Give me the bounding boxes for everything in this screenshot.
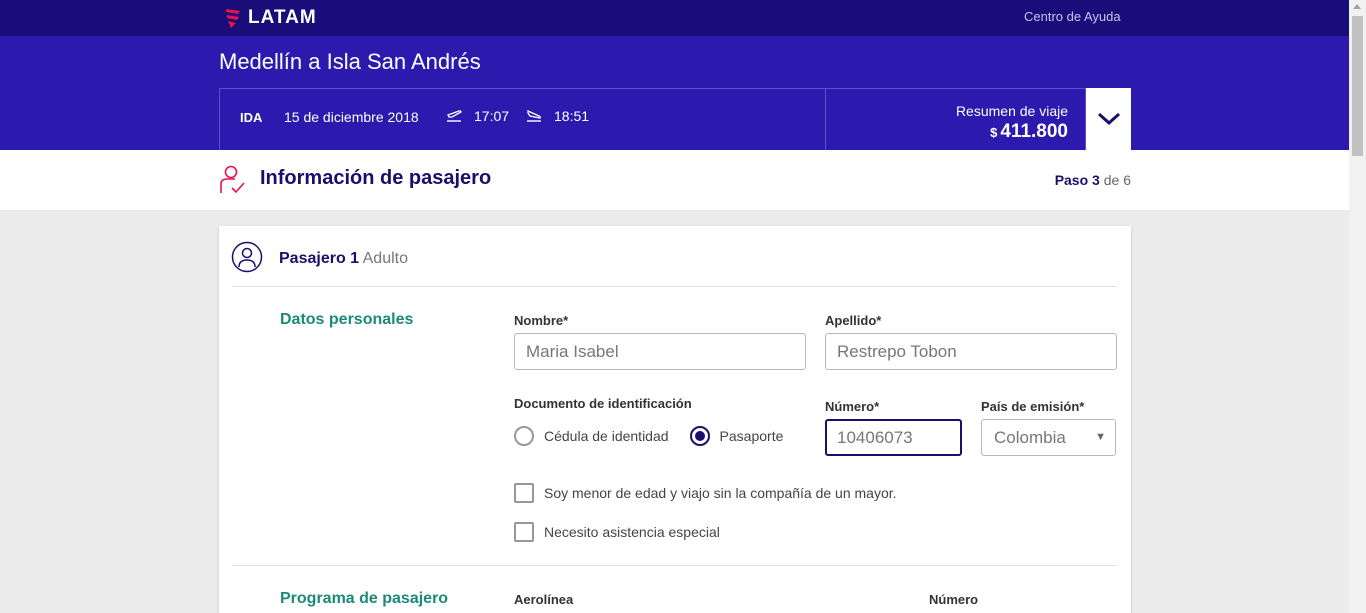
documento-label: Documento de identificación (514, 396, 692, 411)
numero-label: Número* (825, 399, 880, 414)
passenger-type: Adulto (362, 250, 408, 267)
cedula-radio[interactable] (514, 426, 534, 446)
step-paso-label: Paso (1054, 172, 1089, 188)
divider (232, 286, 1117, 287)
assistance-checkbox-label[interactable]: Necesito asistencia especial (544, 524, 720, 540)
scroll-up-icon[interactable] (1353, 4, 1361, 9)
flight-summary: IDA 15 de diciembre 2018 17:07 18:51 (219, 88, 826, 150)
pasaporte-radio-label[interactable]: Pasaporte (720, 428, 784, 444)
personal-data-heading: Datos personales (280, 311, 414, 328)
divider (232, 565, 1117, 566)
step-current: 3 (1092, 172, 1100, 188)
logo-text: LATAM (248, 7, 317, 28)
takeoff-icon (447, 110, 462, 122)
trip-summary[interactable]: Resumen de viaje $ 411.800 (825, 88, 1086, 150)
assistance-checkbox[interactable] (514, 522, 534, 542)
minor-checkbox-label[interactable]: Soy menor de edad y viajo sin la compañí… (544, 485, 897, 501)
chevron-down-icon (1097, 112, 1120, 126)
document-type-radios: Cédula de identidad Pasaporte (514, 426, 804, 446)
route-title: Medellín a Isla San Andrés (219, 49, 481, 74)
nombre-input[interactable]: Maria Isabel (514, 333, 806, 370)
flight-date: 15 de diciembre 2018 (284, 109, 419, 125)
country-select-value: Colombia (994, 428, 1066, 447)
step-total: 6 (1123, 172, 1131, 188)
departure-time: 17:07 (474, 108, 510, 124)
nombre-label: Nombre* (514, 313, 569, 328)
apellido-input[interactable]: Restrepo Tobon (825, 333, 1117, 370)
currency-symbol: $ (990, 125, 998, 140)
document-number-input[interactable]: 10406073 (825, 419, 962, 456)
arrival-time: 18:51 (554, 108, 590, 124)
caret-down-icon: ▼ (1095, 431, 1106, 443)
page-scrollbar[interactable] (1349, 0, 1366, 613)
latam-logo-icon (226, 9, 240, 28)
route-band: Medellín a Isla San Andrés IDA 15 de dic… (0, 36, 1349, 150)
passenger-number: Pasajero 1 (279, 250, 360, 267)
summary-price: $ 411.800 (990, 121, 1068, 143)
top-bar: LATAM Centro de Ayuda (0, 0, 1349, 36)
departure: 17:07 (446, 108, 509, 124)
step-of-label: de (1103, 172, 1120, 188)
step-title: Información de pasajero (260, 167, 492, 189)
assistance-checkbox-row[interactable]: Necesito asistencia especial (514, 522, 720, 542)
passenger-title: Pasajero 1 Adulto (279, 250, 408, 268)
pais-label: País de emisión* (981, 399, 1085, 414)
passenger-card: Pasajero 1 Adulto Datos personales Nombr… (219, 226, 1131, 613)
expand-summary-button[interactable] (1086, 88, 1131, 150)
program-number-label: Número (929, 592, 979, 607)
help-center-link[interactable]: Centro de Ayuda (1024, 9, 1121, 24)
apellido-label: Apellido* (825, 313, 882, 328)
latam-logo[interactable]: LATAM (224, 7, 317, 29)
aerolinea-label: Aerolínea (514, 592, 574, 607)
minor-checkbox[interactable] (514, 483, 534, 503)
cedula-radio-label[interactable]: Cédula de identidad (544, 428, 669, 444)
step-counter: Paso 3 de 6 (1055, 172, 1131, 188)
step-bar: Información de pasajero Paso 3 de 6 (0, 150, 1349, 210)
scroll-thumb[interactable] (1352, 16, 1363, 156)
minor-checkbox-row[interactable]: Soy menor de edad y viajo sin la compañí… (514, 483, 897, 503)
passenger-check-icon (219, 164, 247, 201)
passenger-icon (231, 241, 263, 278)
pasaporte-radio[interactable] (689, 426, 710, 446)
price-amount: 411.800 (1000, 121, 1068, 142)
summary-label: Resumen de viaje (955, 103, 1068, 119)
country-select[interactable]: Colombia ▼ (981, 419, 1116, 456)
arrival: 18:51 (526, 108, 589, 124)
direction-label: IDA (240, 110, 263, 125)
program-heading: Programa de pasajero (280, 590, 449, 607)
landing-icon (527, 109, 541, 122)
